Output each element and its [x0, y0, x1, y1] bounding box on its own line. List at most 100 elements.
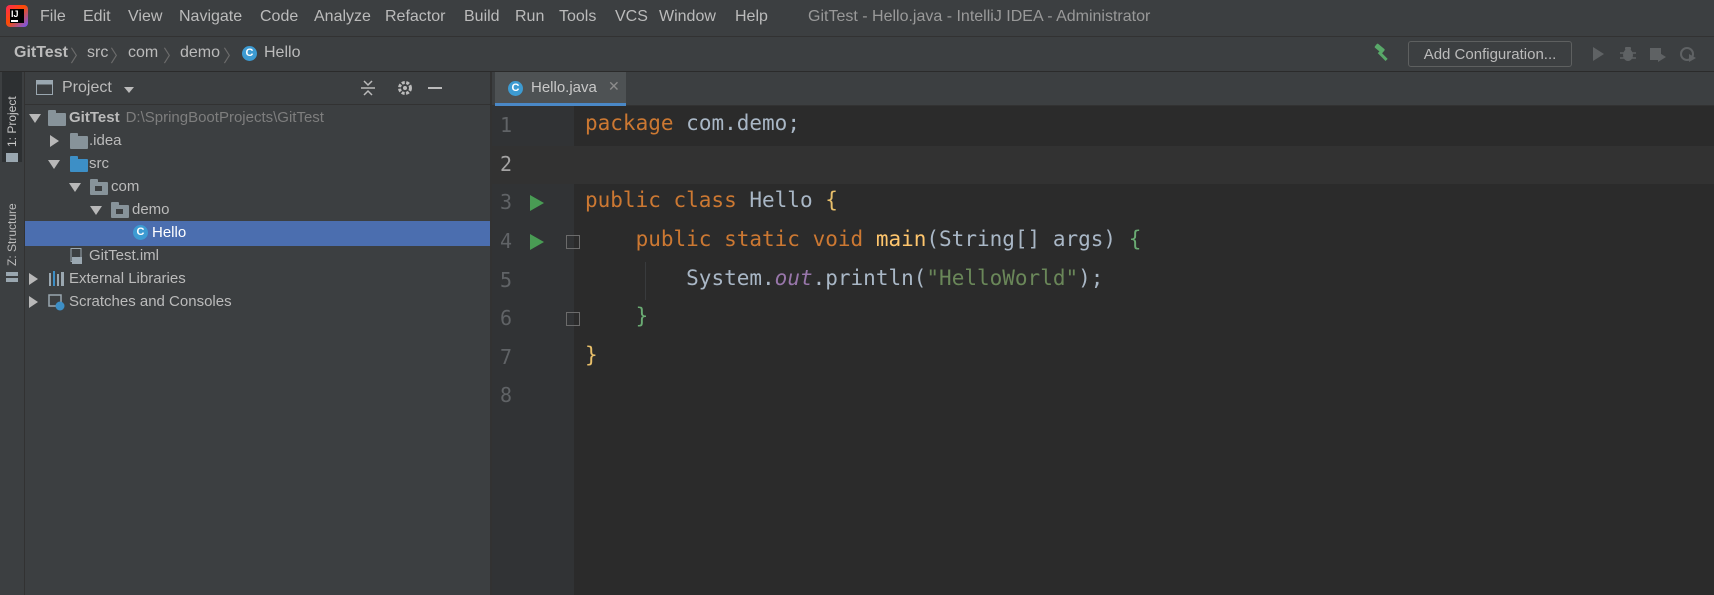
menu-tools[interactable]: Tools: [559, 8, 596, 26]
breadcrumb-separator: 〉: [110, 47, 127, 66]
run-with-coverage-icon[interactable]: [1648, 44, 1668, 64]
code-line-7: }: [585, 343, 598, 367]
tool-tab-structure-label: Z: Structure: [5, 203, 19, 266]
menu-refactor[interactable]: Refactor: [385, 8, 445, 26]
editor-tab-bar: C Hello.java ✕: [492, 72, 1714, 106]
tree-label: External Libraries: [69, 270, 186, 287]
breadcrumb-src[interactable]: src: [87, 44, 108, 62]
breadcrumb-separator: 〉: [70, 47, 87, 66]
tree-label: demo: [132, 201, 170, 218]
fold-end-icon[interactable]: [566, 312, 580, 326]
breadcrumb-demo[interactable]: demo: [180, 44, 220, 62]
collapsed-arrow-icon[interactable]: [29, 273, 38, 285]
hide-panel-icon[interactable]: [428, 87, 442, 89]
java-class-icon: C: [508, 81, 523, 96]
package-icon: [111, 202, 129, 218]
tree-label: src: [89, 155, 109, 172]
menu-vcs[interactable]: VCS: [615, 8, 648, 26]
tree-item-src[interactable]: src: [25, 152, 490, 177]
project-tool-window: Project GitTest D:\SpringBootProjects\Git…: [25, 72, 490, 595]
tree-item-scratches[interactable]: Scratches and Consoles: [25, 290, 490, 315]
tree-item-gittest-iml[interactable]: GitTest.iml: [25, 244, 490, 269]
current-line-highlight: [492, 146, 1714, 184]
project-window-icon: [36, 80, 53, 95]
navigation-bar: GitTest 〉 src 〉 com 〉 demo 〉 C Hello Add…: [0, 37, 1714, 72]
collapsed-arrow-icon[interactable]: [29, 296, 38, 308]
close-tab-icon[interactable]: ✕: [608, 78, 620, 95]
package-icon: [90, 179, 108, 195]
tool-tab-project-label: 1: Project: [5, 96, 19, 147]
tree-item-com[interactable]: com: [25, 175, 490, 200]
module-folder-icon: [48, 110, 66, 126]
tool-tab-structure[interactable]: Z: Structure: [2, 182, 22, 282]
line-number: 5: [499, 268, 512, 292]
code-line-5: System.out.println("HelloWorld");: [686, 266, 1104, 290]
breadcrumb-separator: 〉: [163, 47, 180, 66]
tab-hello-java[interactable]: C Hello.java ✕: [495, 72, 626, 106]
left-tool-strip: 1: Project Z: Structure: [0, 72, 25, 595]
menu-edit[interactable]: Edit: [83, 8, 111, 26]
menu-analyze[interactable]: Analyze: [314, 8, 371, 26]
code-line-6: }: [635, 304, 649, 328]
tree-label: GitTest D:\SpringBootProjects\GitTest: [69, 109, 324, 126]
tree-item-idea[interactable]: .idea: [25, 129, 490, 154]
scratches-icon: [48, 294, 65, 311]
libraries-icon: [49, 271, 64, 286]
expanded-arrow-icon[interactable]: [69, 183, 81, 192]
tree-label: Hello: [152, 224, 187, 241]
collapse-all-icon[interactable]: [359, 79, 377, 97]
line-number: 6: [499, 306, 512, 330]
intellij-logo-icon: IJ: [6, 5, 28, 27]
breadcrumb-separator: 〉: [223, 47, 240, 66]
source-folder-icon: [70, 156, 88, 172]
window-title: GitTest - Hello.java - IntelliJ IDEA - A…: [808, 8, 1151, 25]
debug-icon[interactable]: [1618, 44, 1638, 64]
collapsed-arrow-icon[interactable]: [50, 135, 59, 147]
menu-file[interactable]: File: [40, 8, 66, 26]
run-icon[interactable]: [1588, 44, 1608, 64]
tree-item-gittest[interactable]: GitTest D:\SpringBootProjects\GitTest: [25, 106, 490, 131]
menu-view[interactable]: View: [128, 8, 162, 26]
tool-tab-project[interactable]: 1: Project: [2, 72, 22, 162]
settings-gear-icon[interactable]: [396, 79, 414, 97]
menu-bar: IJ File Edit View Navigate Code Analyze …: [0, 0, 1714, 37]
tree-label: .idea: [89, 132, 122, 149]
breadcrumb-hello[interactable]: Hello: [264, 44, 300, 62]
breadcrumb-com[interactable]: com: [128, 44, 158, 62]
code-line-3: public class Hello {: [585, 188, 838, 212]
project-panel-header: Project: [25, 72, 490, 105]
line-number: 1: [499, 113, 512, 137]
java-class-icon: C: [242, 46, 257, 61]
expanded-arrow-icon[interactable]: [90, 206, 102, 215]
code-line-4: public static void main(String[] args) {: [635, 227, 1142, 251]
iml-file-icon: [70, 248, 82, 264]
add-configuration-button[interactable]: Add Configuration...: [1408, 41, 1572, 67]
run-main-gutter-icon[interactable]: [530, 234, 544, 250]
line-number: 8: [499, 383, 512, 407]
tree-item-demo[interactable]: demo: [25, 198, 490, 223]
code-line-1: package com.demo;: [585, 111, 800, 135]
line-number: 2: [499, 152, 512, 176]
project-panel-title[interactable]: Project: [62, 79, 112, 97]
menu-build[interactable]: Build: [464, 8, 500, 26]
folder-icon: [70, 133, 88, 149]
expanded-arrow-icon[interactable]: [29, 114, 41, 123]
menu-navigate[interactable]: Navigate: [179, 8, 242, 26]
menu-help[interactable]: Help: [735, 8, 768, 26]
run-class-gutter-icon[interactable]: [530, 195, 544, 211]
tree-item-external-libraries[interactable]: External Libraries: [25, 267, 490, 292]
menu-run[interactable]: Run: [515, 8, 544, 26]
tree-label: com: [111, 178, 140, 195]
breadcrumb-project[interactable]: GitTest: [14, 44, 68, 62]
structure-icon: [6, 272, 18, 282]
tree-item-hello[interactable]: C Hello: [25, 221, 490, 246]
menu-code[interactable]: Code: [260, 8, 298, 26]
tree-label: GitTest.iml: [89, 247, 160, 264]
menu-window[interactable]: Window: [659, 8, 716, 26]
tree-label: Scratches and Consoles: [69, 293, 232, 310]
view-dropdown-chevron-icon[interactable]: [124, 87, 134, 93]
profiler-icon[interactable]: [1678, 44, 1698, 64]
fold-method-icon[interactable]: [566, 235, 580, 249]
build-hammer-icon[interactable]: [1372, 43, 1392, 63]
expanded-arrow-icon[interactable]: [48, 160, 60, 169]
